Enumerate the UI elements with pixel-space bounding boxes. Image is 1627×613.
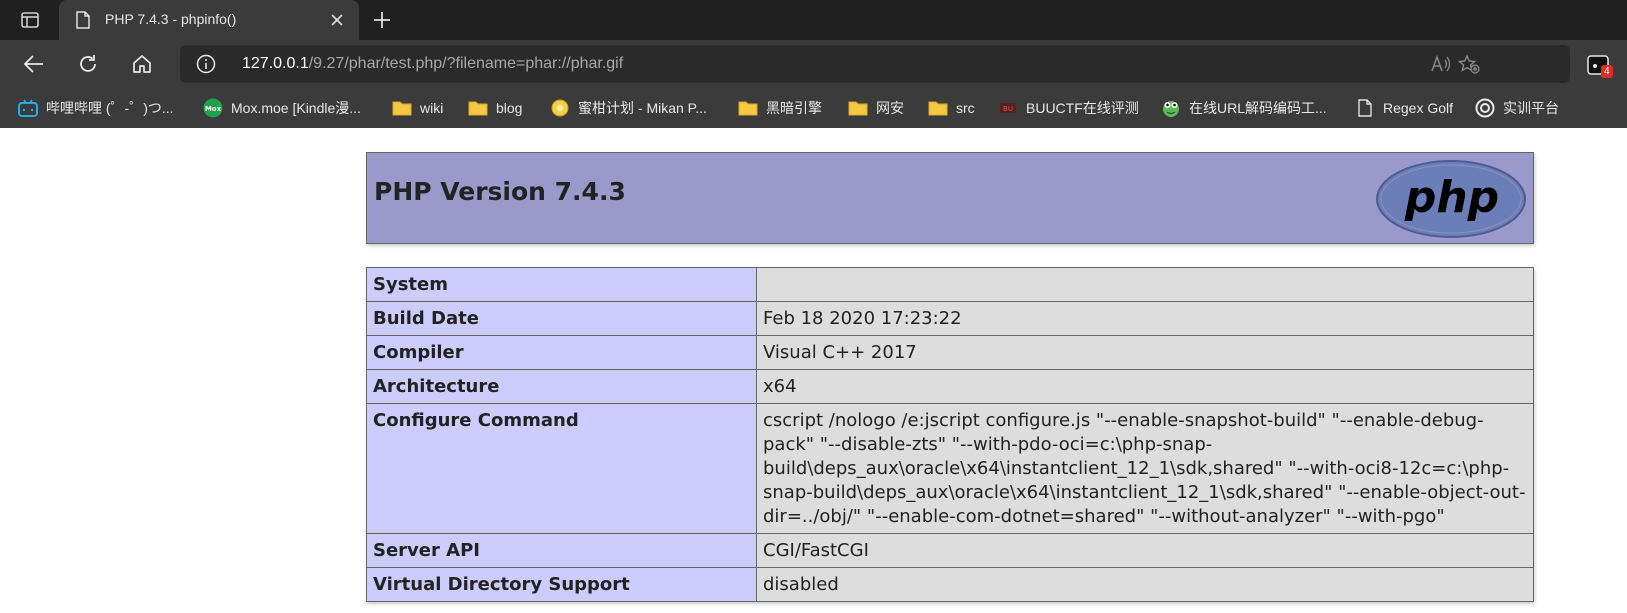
row-key: System — [366, 267, 757, 302]
close-icon — [331, 14, 343, 26]
folder-icon — [848, 98, 868, 118]
back-button[interactable] — [18, 48, 50, 80]
row-value: CGI/FastCGI — [756, 533, 1534, 568]
table-row: Virtual Directory Support disabled — [366, 567, 1534, 602]
php-logo[interactable]: php — [1375, 159, 1527, 239]
navigation-toolbar: 127.0.0.1/9.27/phar/test.php/?filename=p… — [0, 40, 1627, 88]
plus-icon — [374, 12, 390, 28]
bookmark-folder-blog[interactable]: blog — [468, 88, 522, 128]
table-row: System — [366, 267, 1534, 302]
page-content: PHP Version 7.4.3 php System Build Date Fe… — [0, 128, 1627, 613]
tab-actions-icon — [21, 12, 39, 28]
page-title: PHP Version 7.4.3 — [374, 177, 626, 206]
svg-text:php: php — [1404, 172, 1499, 223]
page-icon — [1355, 98, 1375, 118]
tab-title: PHP 7.4.3 - phpinfo() — [105, 11, 237, 27]
row-value: cscript /nologo /e:jscript configure.js … — [756, 403, 1534, 534]
extension-badge: 4 — [1601, 65, 1613, 78]
row-value: disabled — [756, 567, 1534, 602]
home-button[interactable] — [126, 48, 158, 80]
row-key: Virtual Directory Support — [366, 567, 757, 602]
frog-icon — [1161, 98, 1181, 118]
home-icon — [133, 55, 151, 73]
site-info-icon[interactable] — [196, 54, 216, 74]
tab-actions-button[interactable] — [14, 8, 46, 32]
bookmark-training-platform[interactable]: 实训平台 — [1475, 88, 1559, 128]
url-text[interactable]: 127.0.0.1/9.27/phar/test.php/?filename=p… — [242, 55, 623, 73]
bookmark-buuctf[interactable]: BU BUUCTF在线评测 — [998, 88, 1139, 128]
bookmark-mikan[interactable]: 蜜柑计划 - Mikan P... — [550, 88, 707, 128]
table-row: Configure Command cscript /nologo /e:jscr… — [366, 403, 1534, 534]
row-key: Configure Command — [366, 403, 757, 534]
php-version-header: PHP Version 7.4.3 php — [366, 152, 1534, 244]
refresh-button[interactable] — [72, 48, 104, 80]
folder-icon — [468, 98, 488, 118]
phpinfo-table: System Build Date Feb 18 2020 17:23:22 Comp… — [366, 267, 1534, 602]
bookmark-folder-security[interactable]: 网安 — [848, 88, 904, 128]
table-row: Compiler Visual C++ 2017 — [366, 335, 1534, 370]
row-value — [756, 267, 1534, 302]
mox-icon: Mox — [203, 98, 223, 118]
row-key: Architecture — [366, 369, 757, 404]
read-aloud-icon[interactable] — [1430, 54, 1452, 74]
buuctf-icon: BU — [998, 98, 1018, 118]
address-bar[interactable]: 127.0.0.1/9.27/phar/test.php/?filename=p… — [180, 45, 1570, 83]
page-icon — [76, 11, 90, 29]
refresh-icon — [80, 55, 96, 72]
svg-text:BU: BU — [1003, 105, 1013, 113]
folder-icon — [738, 98, 758, 118]
url-host: 127.0.0.1 — [242, 55, 309, 72]
table-row: Server API CGI/FastCGI — [366, 533, 1534, 568]
bilibili-icon — [18, 98, 38, 118]
close-tab-button[interactable] — [327, 10, 347, 30]
row-value: x64 — [756, 369, 1534, 404]
bookmark-folder-src[interactable]: src — [928, 88, 975, 128]
folder-icon — [392, 98, 412, 118]
folder-icon — [928, 98, 948, 118]
row-value: Feb 18 2020 17:23:22 — [756, 301, 1534, 336]
bookmark-mox[interactable]: Mox Mox.moe [Kindle漫... — [203, 88, 361, 128]
row-key: Build Date — [366, 301, 757, 336]
bookmark-folder-wiki[interactable]: wiki — [392, 88, 443, 128]
bookmark-regex-golf[interactable]: Regex Golf — [1355, 88, 1453, 128]
active-tab[interactable]: PHP 7.4.3 - phpinfo() — [59, 0, 359, 40]
platform-icon — [1475, 98, 1495, 118]
bookmark-folder-dark-engine[interactable]: 黑暗引擎 — [738, 88, 822, 128]
svg-text:Mox: Mox — [205, 105, 222, 113]
bookmark-bilibili[interactable]: 哔哩哔哩 (゜-゜)つ... — [18, 88, 174, 128]
bookmark-url-codec[interactable]: 在线URL解码编码工... — [1161, 88, 1327, 128]
tab-bar: PHP 7.4.3 - phpinfo() — [0, 0, 1627, 40]
bookmarks-bar: 哔哩哔哩 (゜-゜)つ... Mox Mox.moe [Kindle漫... w… — [0, 88, 1627, 128]
mikan-icon — [550, 98, 570, 118]
row-key: Compiler — [366, 335, 757, 370]
add-favorite-icon[interactable] — [1458, 54, 1480, 74]
row-value: Visual C++ 2017 — [756, 335, 1534, 370]
row-key: Server API — [366, 533, 757, 568]
url-path: /9.27/phar/test.php/?filename=phar://pha… — [308, 55, 624, 72]
back-arrow-icon — [23, 55, 43, 73]
table-row: Architecture x64 — [366, 369, 1534, 404]
new-tab-button[interactable] — [370, 8, 394, 32]
table-row: Build Date Feb 18 2020 17:23:22 — [366, 301, 1534, 336]
